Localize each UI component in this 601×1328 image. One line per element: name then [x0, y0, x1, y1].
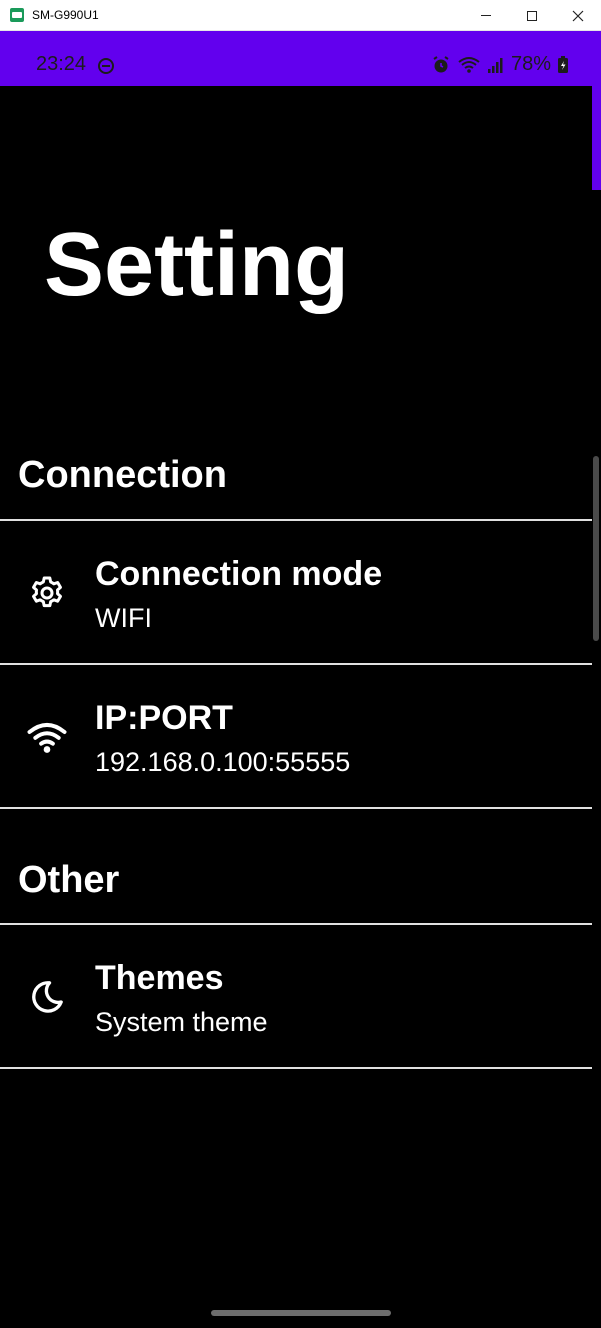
scrollbar[interactable] [593, 456, 599, 641]
status-time: 23:24 [36, 53, 87, 75]
pref-title: Themes [95, 959, 224, 997]
battery-charging-icon [557, 55, 569, 74]
signal-icon [487, 56, 505, 74]
divider [0, 1067, 592, 1069]
pref-summary: 192.168.0.100:55555 [95, 747, 351, 777]
gesture-nav-handle[interactable] [211, 1310, 391, 1316]
window-edge-accent [592, 86, 601, 190]
moon-icon [27, 977, 67, 1017]
pref-summary: System theme [95, 1007, 268, 1037]
do-not-disturb-icon [98, 58, 114, 74]
page-title: Setting [44, 215, 349, 315]
divider [0, 807, 592, 809]
gear-icon [27, 573, 67, 613]
maximize-icon [527, 10, 537, 21]
pref-title: Connection mode [95, 555, 383, 593]
app-logo-icon [10, 8, 24, 22]
maximize-button[interactable] [509, 0, 555, 31]
section-header-connection: Connection [18, 454, 227, 496]
status-bar: 23:24 78% [0, 31, 601, 86]
minimize-icon [481, 15, 491, 16]
window-controls [463, 0, 601, 31]
pref-title: IP:PORT [95, 699, 233, 737]
pref-summary: WIFI [95, 603, 152, 633]
wifi-icon [27, 717, 67, 757]
pref-themes[interactable]: Themes System theme [0, 925, 592, 1067]
pref-ip-port[interactable]: IP:PORT 192.168.0.100:55555 [0, 665, 592, 807]
pref-connection-mode[interactable]: Connection mode WIFI [0, 521, 592, 663]
settings-screen[interactable]: Setting Connection Connection mode WIFI [0, 86, 592, 1328]
wifi-status-icon [457, 55, 481, 75]
battery-percent: 78% [510, 53, 551, 75]
status-icons: 78% [431, 53, 569, 76]
alarm-icon [431, 55, 451, 75]
close-icon [572, 10, 584, 21]
minimize-button[interactable] [463, 0, 509, 31]
window-title: SM-G990U1 [32, 8, 99, 22]
window-titlebar[interactable]: SM-G990U1 [0, 0, 601, 31]
section-header-other: Other [18, 859, 120, 901]
close-button[interactable] [555, 0, 601, 31]
app-window: SM-G990U1 23:24 78% Setting Connection C… [0, 0, 601, 1328]
